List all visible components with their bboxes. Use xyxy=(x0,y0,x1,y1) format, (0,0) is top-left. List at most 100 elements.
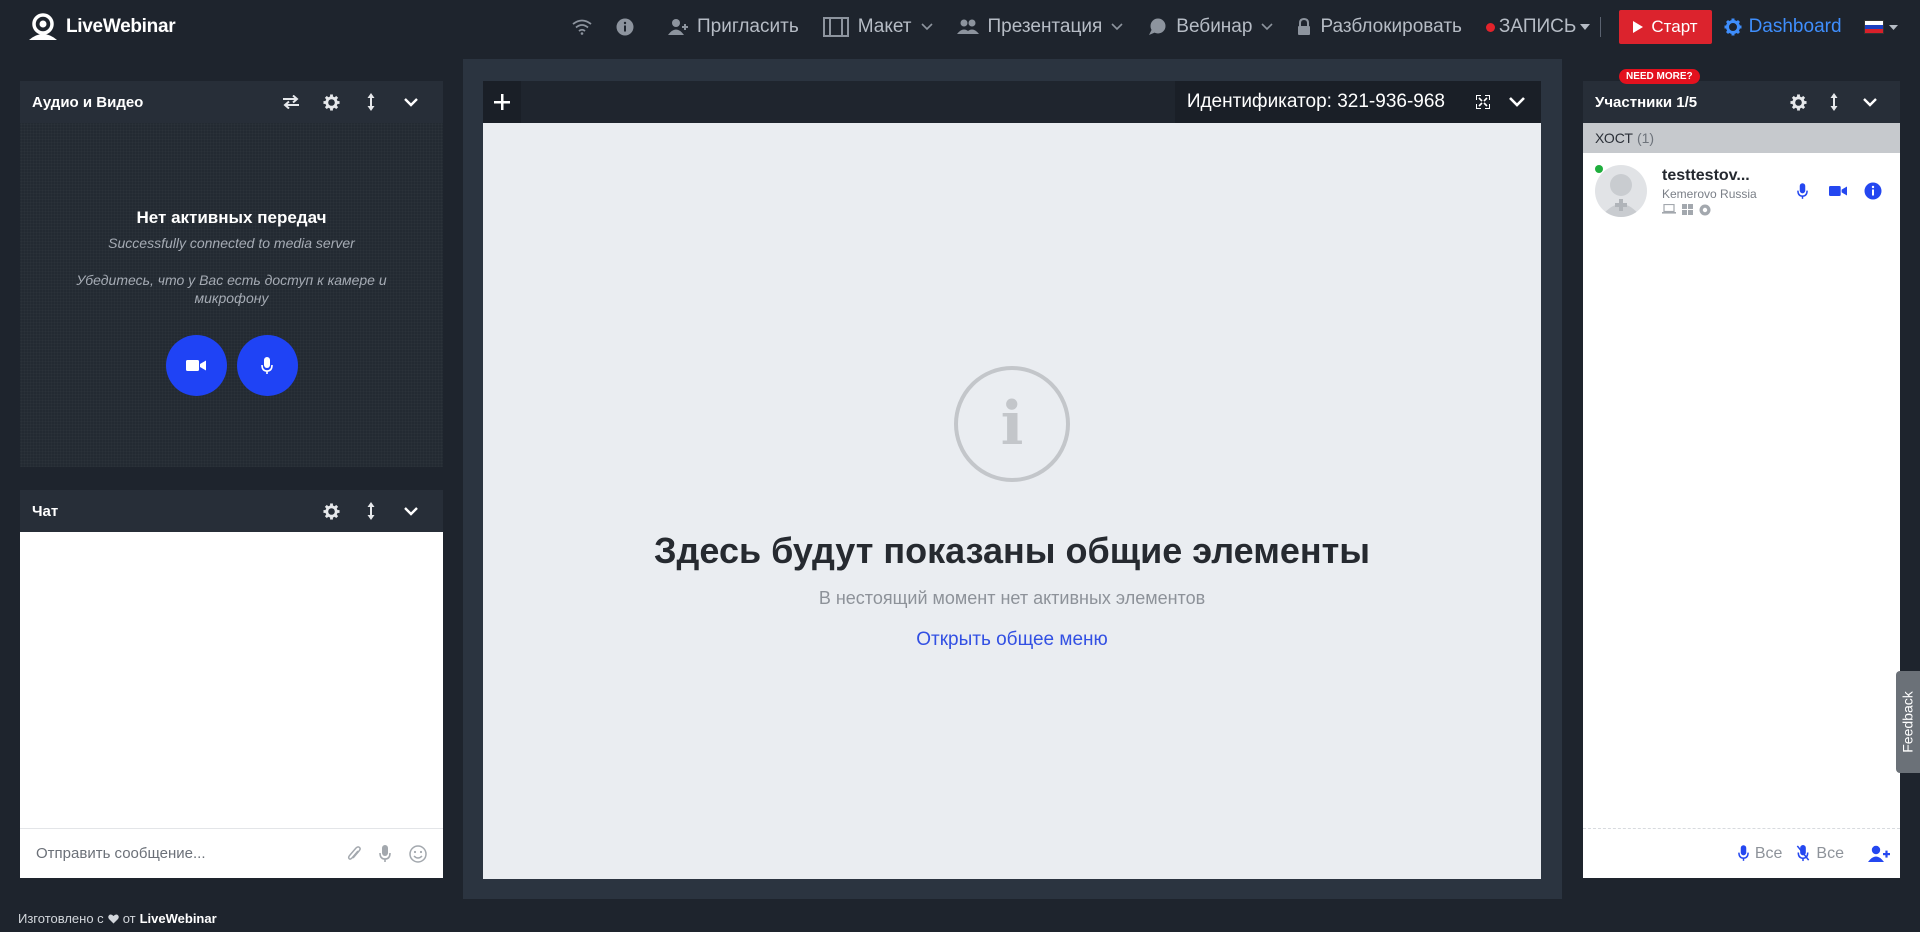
swap-arrows-icon xyxy=(283,95,299,109)
presentation-menu[interactable]: Презентация xyxy=(956,16,1124,38)
unlock-label: Разблокировать xyxy=(1320,16,1462,37)
unmute-all-button[interactable]: Все xyxy=(1738,845,1782,863)
webinar-label: Вебинар xyxy=(1176,16,1253,37)
chat-collapse-button[interactable] xyxy=(391,490,431,532)
info-circle-icon: i xyxy=(954,366,1070,482)
gear-icon xyxy=(322,93,340,111)
open-shared-menu-link[interactable]: Открыть общее меню xyxy=(916,629,1108,651)
chat-panel-title: Чат xyxy=(32,502,59,520)
users-icon xyxy=(956,19,979,34)
participant-mic-button[interactable] xyxy=(1785,182,1820,200)
participants-panel-header: NEED MORE? Участники 1/5 xyxy=(1583,69,1900,123)
av-resize-handle[interactable] xyxy=(351,81,391,123)
chat-resize-handle[interactable] xyxy=(351,490,391,532)
need-more-badge[interactable]: NEED MORE? xyxy=(1619,69,1700,84)
shared-stage: Идентификатор: 321-936-968 i Здесь будут… xyxy=(463,59,1562,899)
audio-video-panel: Аудио и Видео Нет активных передач Succe… xyxy=(20,81,443,467)
microphone-icon xyxy=(1797,182,1808,199)
language-selector[interactable] xyxy=(1864,20,1898,34)
host-group-header[interactable]: ХОСТ (1) xyxy=(1583,123,1900,153)
webinar-menu[interactable]: Вебинар xyxy=(1147,16,1274,38)
microphone-icon xyxy=(261,356,273,374)
camera-button[interactable] xyxy=(165,335,227,396)
record-dot-icon xyxy=(1485,22,1495,32)
microphone-muted-icon xyxy=(1797,845,1810,862)
layout-menu[interactable]: Макет xyxy=(822,16,933,38)
chat-panel: Чат xyxy=(20,490,443,878)
online-status-icon xyxy=(1595,165,1603,173)
empty-state-title: Здесь будут показаны общие элементы xyxy=(654,530,1370,571)
chevron-down-icon xyxy=(1509,97,1525,107)
emoji-icon[interactable] xyxy=(409,844,427,863)
dashboard-label: Dashboard xyxy=(1748,16,1842,37)
host-group-label: ХОСТ xyxy=(1595,130,1633,146)
stage-collapse-button[interactable] xyxy=(1501,97,1533,107)
plus-icon xyxy=(494,94,510,110)
logo-icon xyxy=(29,13,57,40)
swap-button[interactable] xyxy=(271,81,311,123)
av-collapse-button[interactable] xyxy=(391,81,431,123)
mute-all-button[interactable]: Все xyxy=(1796,845,1844,863)
participant-camera-button[interactable] xyxy=(1820,185,1855,197)
participant-info-button[interactable] xyxy=(1855,182,1890,200)
chat-input-bar xyxy=(20,828,443,878)
windows-icon xyxy=(1682,203,1693,215)
layout-icon xyxy=(822,17,849,37)
audio-video-panel-header: Аудио и Видео xyxy=(20,81,443,123)
vertical-resize-icon xyxy=(1830,93,1838,111)
video-camera-icon xyxy=(186,360,206,371)
fullscreen-button[interactable] xyxy=(1465,95,1501,109)
play-icon xyxy=(1633,21,1644,33)
participants-settings-button[interactable] xyxy=(1780,81,1816,123)
nav-divider xyxy=(1600,17,1602,37)
vertical-resize-icon xyxy=(367,93,375,111)
footer-made-with: Изготовлено с xyxy=(18,911,104,926)
participant-name: testtestov... xyxy=(1662,166,1750,184)
wifi-icon xyxy=(572,19,592,35)
room-identifier-text: Идентификатор: 321-936-968 xyxy=(1186,91,1445,112)
mute-all-label: Все xyxy=(1816,844,1844,862)
gear-icon xyxy=(322,502,340,520)
add-element-button[interactable] xyxy=(483,81,521,123)
participant-location: Kemerovo Russia xyxy=(1662,186,1757,201)
connection-icon-button[interactable] xyxy=(572,19,592,35)
invite-label: Пригласить xyxy=(697,16,799,37)
chevron-down-icon xyxy=(404,97,418,107)
top-bar: LiveWebinar Пригласить Макет Презентация… xyxy=(0,0,1920,54)
add-participant-button[interactable] xyxy=(1868,845,1890,863)
participants-resize-handle[interactable] xyxy=(1816,81,1852,123)
feedback-tab[interactable]: Feedback xyxy=(1896,671,1920,773)
footer-brand[interactable]: LiveWebinar xyxy=(140,911,217,926)
app-logo[interactable]: LiveWebinar xyxy=(26,12,176,42)
paperclip-icon[interactable] xyxy=(347,845,361,863)
layout-label: Макет xyxy=(857,16,912,37)
empty-state-subtitle: В нестоящий момент нет активных элементо… xyxy=(818,588,1206,608)
av-settings-button[interactable] xyxy=(311,81,351,123)
invite-button[interactable]: Пригласить xyxy=(668,16,799,38)
microphone-button[interactable] xyxy=(236,335,298,396)
chevron-down-icon xyxy=(1863,97,1877,107)
page-footer: Изготовлено с от LiveWebinar xyxy=(18,911,217,926)
chevron-down-icon xyxy=(404,506,418,516)
chevron-down-icon xyxy=(1111,23,1123,31)
info-icon xyxy=(1864,182,1881,200)
participants-panel: NEED MORE? Участники 1/5 ХОСТ (1) testte… xyxy=(1583,69,1900,878)
microphone-icon xyxy=(1738,845,1749,861)
microphone-icon[interactable] xyxy=(379,844,391,863)
footer-by: от xyxy=(122,911,136,926)
chat-messages-area[interactable] xyxy=(20,532,443,828)
info-button[interactable] xyxy=(616,18,634,36)
unlock-button[interactable]: Разблокировать xyxy=(1297,16,1462,38)
record-menu[interactable]: ЗАПИСЬ xyxy=(1485,16,1591,38)
start-label: Старт xyxy=(1651,17,1698,36)
russia-flag-icon xyxy=(1864,20,1884,34)
chat-message-input[interactable] xyxy=(36,845,347,862)
dashboard-link[interactable]: Dashboard xyxy=(1724,16,1842,38)
chat-settings-button[interactable] xyxy=(311,490,351,532)
participants-collapse-button[interactable] xyxy=(1852,81,1888,123)
participant-row[interactable]: testtestov... Kemerovo Russia xyxy=(1583,153,1900,229)
audio-video-panel-title: Аудио и Видео xyxy=(32,93,144,111)
logo-text: LiveWebinar xyxy=(66,16,176,37)
start-button[interactable]: Старт xyxy=(1619,10,1712,44)
chat-bubble-icon xyxy=(1149,18,1166,35)
